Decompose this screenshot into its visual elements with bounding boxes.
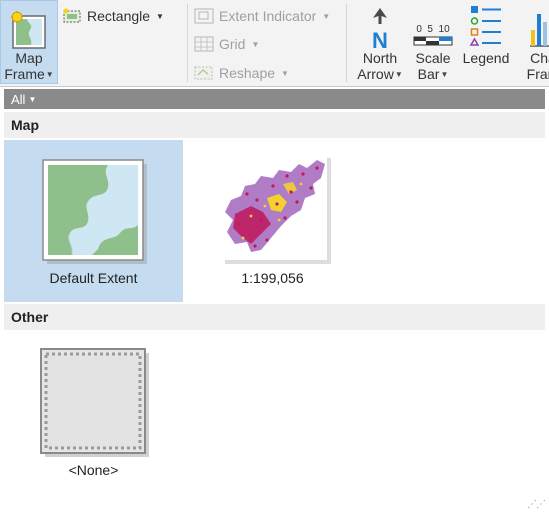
north-arrow-icon: N (365, 0, 395, 50)
svg-text:N: N (372, 28, 388, 50)
chevron-down-icon: ▼ (281, 68, 289, 78)
ribbon-separator (346, 4, 347, 82)
section-header-other: Other (4, 304, 545, 330)
north-arrow-label-2: Arrow (357, 66, 394, 82)
chevron-down-icon: ▼ (251, 39, 260, 49)
tile-scale-199056[interactable]: 1:199,056 (183, 140, 362, 302)
map-frame-label-2: Frame (4, 65, 45, 82)
scale-bar-icon: 0 5 10 (411, 0, 455, 50)
legend-button[interactable]: Legend (458, 0, 514, 84)
gallery-filter-label: All (11, 91, 26, 107)
north-arrow-label-1: North (362, 50, 398, 66)
chevron-down-icon: ▼ (322, 11, 331, 21)
ribbon: Map Frame▼ Rectangle ▼ Extent Indicator … (0, 0, 549, 87)
scale-bar-label-1: Scale (415, 50, 451, 66)
section-header-map: Map (4, 112, 545, 138)
none-frame-thumbnail (40, 348, 152, 463)
legend-icon (468, 0, 504, 50)
rectangle-label: Rectangle (87, 8, 151, 24)
chevron-down-icon: ▼ (28, 94, 37, 104)
scale-bar-button[interactable]: 0 5 10 Scale Bar▼ (410, 0, 456, 84)
resize-grip-icon[interactable]: ⋰⋰ (527, 499, 546, 510)
rectangle-icon (62, 8, 82, 24)
grid-icon (194, 36, 214, 52)
map-frame-button[interactable]: Map Frame▼ (0, 0, 58, 84)
section-title-other: Other (11, 309, 49, 325)
chevron-down-icon: ▼ (156, 11, 164, 21)
map-frame-label-1: Map (15, 49, 43, 66)
chevron-down-icon: ▼ (394, 70, 403, 80)
ribbon-separator (187, 4, 188, 82)
chart-frame-label-1: Cha (530, 50, 549, 66)
map-frame-icon (9, 1, 49, 50)
reshape-button[interactable]: Reshape ▼ (194, 62, 289, 84)
tile-none[interactable]: <None> (4, 332, 183, 484)
map-extent-thumbnail (221, 154, 333, 269)
extent-indicator-icon (194, 8, 214, 24)
grid-button[interactable]: Grid ▼ (194, 33, 259, 55)
chart-frame-label-2: Fram (526, 66, 549, 82)
extent-indicator-button[interactable]: Extent Indicator ▼ (194, 5, 330, 27)
scale-bar-ticks: 0 5 10 (416, 24, 450, 35)
chart-frame-button[interactable]: Cha Fram (516, 0, 549, 84)
default-extent-label: Default Extent (49, 270, 138, 286)
scale-bar-label-2: Bar (417, 66, 440, 82)
gallery-filter-dropdown[interactable]: All ▼ (4, 89, 545, 109)
grid-label: Grid (219, 36, 246, 52)
section-title-map: Map (11, 117, 39, 133)
chart-frame-icon (521, 0, 549, 50)
rectangle-button[interactable]: Rectangle ▼ (62, 5, 164, 27)
none-label: <None> (68, 462, 119, 478)
scale-199056-label: 1:199,056 (241, 270, 304, 286)
legend-label: Legend (462, 50, 510, 66)
reshape-icon (194, 65, 214, 81)
default-extent-thumbnail (42, 159, 150, 270)
extent-indicator-label: Extent Indicator (219, 8, 317, 24)
chevron-down-icon: ▼ (45, 70, 54, 79)
tile-default-extent[interactable]: Default Extent (4, 140, 183, 302)
north-arrow-button[interactable]: N North Arrow▼ (352, 0, 408, 84)
chevron-down-icon: ▼ (440, 70, 449, 80)
reshape-label: Reshape (219, 65, 276, 81)
